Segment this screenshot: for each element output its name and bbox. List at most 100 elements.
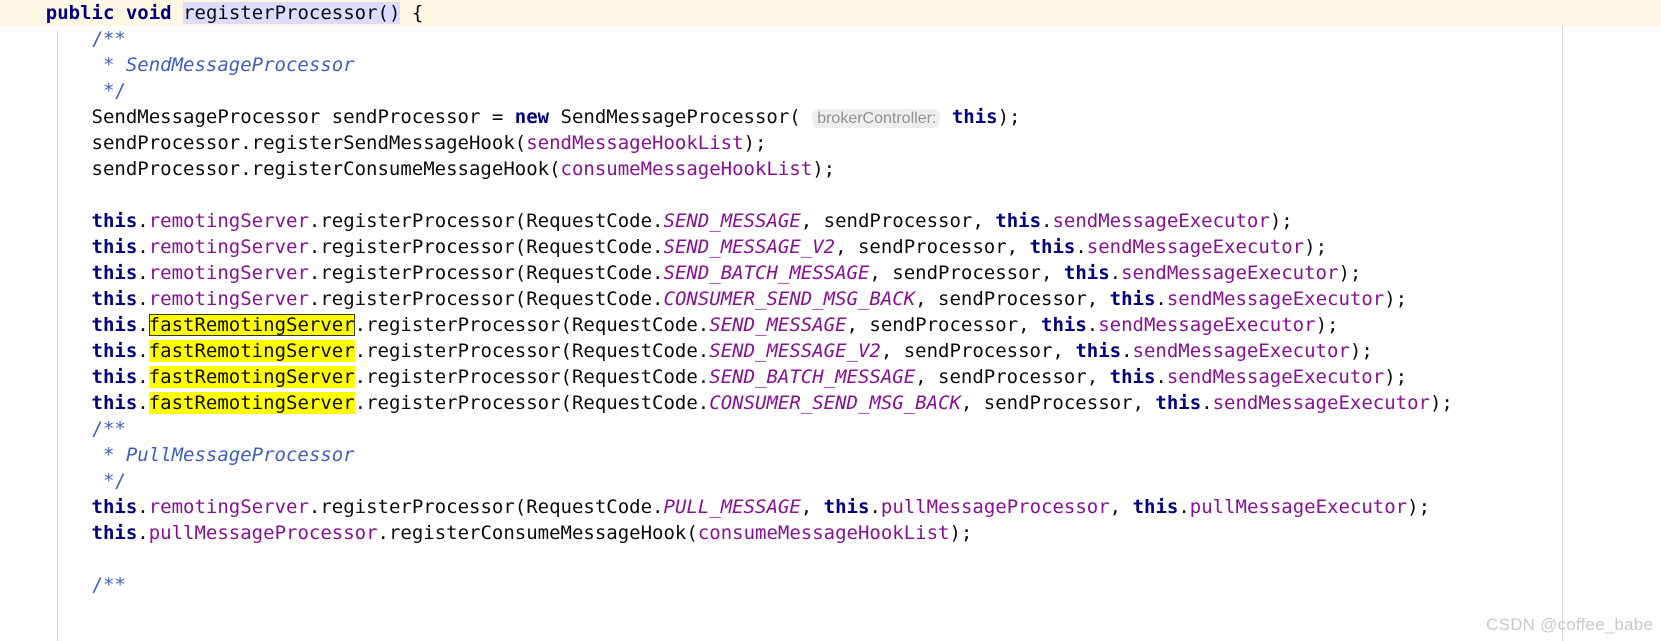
code-line[interactable]: this.fastRemotingServer.registerProcesso… bbox=[0, 312, 1661, 338]
code-token: . bbox=[137, 236, 149, 258]
code-line[interactable]: /** bbox=[0, 416, 1661, 442]
code-line-text: this. remotingServer.registerProcessor(Re… bbox=[0, 208, 1293, 234]
constant-token: SEND_MESSAGE_V2 bbox=[709, 340, 881, 362]
field-token: sendMessageExecutor bbox=[1166, 288, 1385, 310]
code-token: . bbox=[1041, 210, 1053, 232]
keyword-token: this bbox=[1155, 392, 1202, 414]
code-line[interactable]: this.fastRemotingServer.registerProcesso… bbox=[0, 338, 1661, 364]
code-token: . bbox=[137, 314, 149, 336]
keyword-token: this bbox=[91, 236, 138, 258]
keyword-token: public bbox=[45, 2, 115, 24]
comment-token: * bbox=[0, 54, 126, 76]
code-token: .registerProcessor(RequestCode. bbox=[308, 262, 664, 284]
field-token: remotingServer bbox=[148, 210, 309, 232]
constant-token: SEND_MESSAGE bbox=[663, 210, 801, 232]
field-token: sendMessageExecutor bbox=[1212, 392, 1430, 414]
watermark-text: CSDN @coffee_babe bbox=[1486, 615, 1653, 634]
code-line[interactable]: /** bbox=[0, 26, 1661, 52]
code-token: , sendProcessor, bbox=[960, 392, 1156, 414]
code-line[interactable]: */ bbox=[0, 468, 1661, 494]
code-lines-container[interactable]: public void registerProcessor() { /** * … bbox=[0, 0, 1661, 641]
keyword-token: this bbox=[995, 210, 1042, 232]
code-line[interactable]: SendMessageProcessor sendProcessor = new… bbox=[0, 104, 1661, 130]
search-match: fastRemotingServer bbox=[148, 392, 355, 414]
code-token: .registerProcessor(RequestCode. bbox=[308, 236, 664, 258]
code-token: .registerProcessor(RequestCode. bbox=[308, 210, 664, 232]
code-editor-view[interactable]: public void registerProcessor() { /** * … bbox=[0, 0, 1661, 641]
code-token: ); bbox=[1315, 314, 1339, 336]
code-token: . bbox=[1201, 392, 1213, 414]
code-token: .registerProcessor(RequestCode. bbox=[308, 288, 664, 310]
keyword-token: this bbox=[1041, 314, 1087, 336]
keyword-token: void bbox=[125, 2, 172, 24]
code-line[interactable]: */ bbox=[0, 78, 1661, 104]
keyword-token: this bbox=[91, 522, 138, 544]
search-match: fastRemotingServer bbox=[148, 366, 355, 388]
field-token: pullMessageExecutor bbox=[1189, 496, 1408, 518]
code-token: . bbox=[1155, 288, 1167, 310]
code-line[interactable]: this. remotingServer.registerProcessor(Re… bbox=[0, 208, 1661, 234]
field-token: remotingServer bbox=[148, 496, 309, 518]
code-line[interactable]: sendProcessor.registerSendMessageHook(se… bbox=[0, 130, 1661, 156]
code-token: .registerProcessor(RequestCode. bbox=[354, 314, 710, 336]
constant-token: SEND_MESSAGE bbox=[709, 314, 847, 336]
code-line[interactable]: public void registerProcessor() { bbox=[0, 0, 1661, 26]
code-token: ); bbox=[1338, 262, 1362, 284]
code-token: .registerConsumeMessageHook( bbox=[377, 522, 698, 544]
code-token: , sendProcessor, bbox=[915, 288, 1110, 310]
keyword-token: this bbox=[91, 366, 138, 388]
keyword-token: new bbox=[514, 106, 550, 128]
code-line[interactable] bbox=[0, 182, 1661, 208]
code-line-text: this.fastRemotingServer.registerProcesso… bbox=[0, 338, 1373, 364]
comment-token: /** bbox=[91, 28, 126, 50]
code-token: . bbox=[1155, 366, 1167, 388]
field-token: pullMessageProcessor bbox=[880, 496, 1110, 518]
field-token: sendMessageExecutor bbox=[1052, 210, 1270, 232]
code-token: . bbox=[137, 496, 149, 518]
code-line[interactable]: this.pullMessageProcessor.registerConsum… bbox=[0, 520, 1661, 546]
code-line[interactable]: /** bbox=[0, 572, 1661, 598]
code-line[interactable]: this.remotingServer.registerProcessor(Re… bbox=[0, 234, 1661, 260]
keyword-token: this bbox=[1109, 366, 1156, 388]
field-token: consumeMessageHookList bbox=[560, 158, 813, 180]
code-token: . bbox=[1075, 236, 1087, 258]
code-line[interactable]: * PullMessageProcessor bbox=[0, 442, 1661, 468]
field-token: remotingServer bbox=[148, 236, 309, 258]
code-line-text: * PullMessageProcessor bbox=[0, 442, 355, 468]
keyword-token: this bbox=[823, 496, 870, 518]
code-token: .registerProcessor(RequestCode. bbox=[308, 496, 664, 518]
code-line[interactable]: this. fastRemotingServer.registerProcesso… bbox=[0, 364, 1661, 390]
keyword-token: this bbox=[1075, 340, 1122, 362]
code-line[interactable]: this.fastRemotingServer.registerProcesso… bbox=[0, 390, 1661, 416]
code-line[interactable]: sendProcessor.registerConsumeMessageHook… bbox=[0, 156, 1661, 182]
field-token: remotingServer bbox=[148, 288, 309, 310]
keyword-token: this bbox=[91, 314, 138, 336]
code-line-text: /** bbox=[0, 26, 126, 52]
keyword-token: this bbox=[91, 392, 138, 414]
code-line-text: sendProcessor.registerConsumeMessageHook… bbox=[0, 156, 836, 182]
code-token: ); bbox=[1407, 496, 1431, 518]
code-token: ); bbox=[1429, 392, 1453, 414]
keyword-token: this bbox=[1132, 496, 1179, 518]
code-line[interactable] bbox=[0, 546, 1661, 572]
code-line-text: /** bbox=[0, 416, 126, 442]
constant-token: CONSUMER_SEND_MSG_BACK bbox=[709, 392, 961, 414]
code-line[interactable]: this.remotingServer.registerProcessor(Re… bbox=[0, 494, 1661, 520]
code-line[interactable]: this. remotingServer.registerProcessor(Re… bbox=[0, 286, 1661, 312]
code-token: .registerProcessor(RequestCode. bbox=[354, 366, 710, 388]
field-token: consumeMessageHookList bbox=[697, 522, 950, 544]
comment-token: PullMessageProcessor bbox=[125, 444, 355, 466]
keyword-token: this bbox=[91, 288, 138, 310]
code-line[interactable]: * SendMessageProcessor bbox=[0, 52, 1661, 78]
keyword-token: this bbox=[1063, 262, 1110, 284]
code-token: . bbox=[1109, 262, 1122, 284]
code-line[interactable]: this.remotingServer.registerProcessor(Re… bbox=[0, 260, 1661, 286]
